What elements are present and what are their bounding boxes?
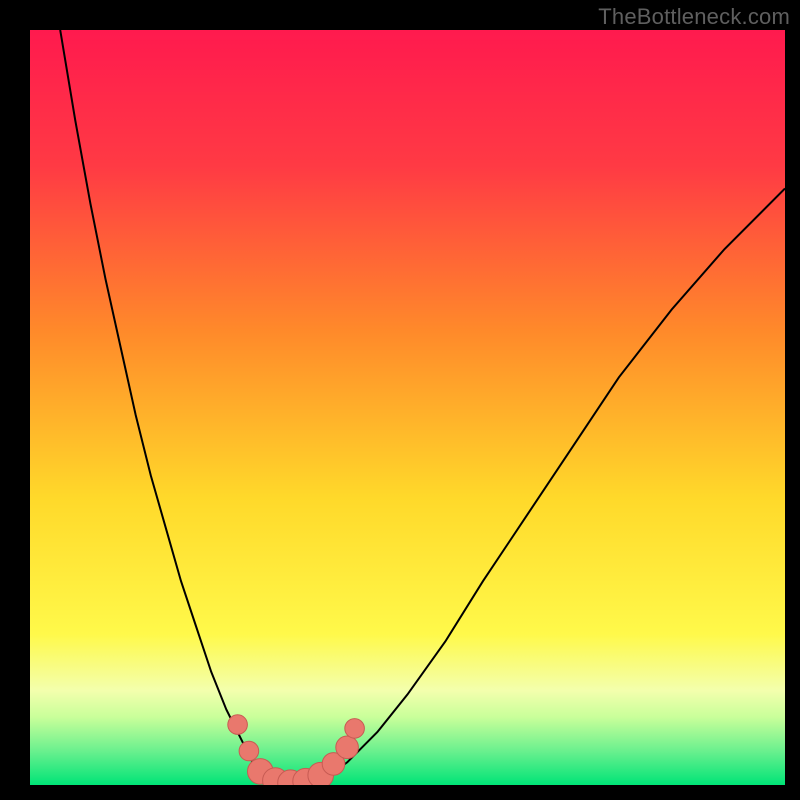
curve-marker xyxy=(336,736,359,759)
chart-background xyxy=(30,30,785,785)
watermark-text: TheBottleneck.com xyxy=(598,4,790,30)
curve-marker xyxy=(228,715,248,735)
chart-plot-area xyxy=(30,30,785,785)
chart-svg xyxy=(30,30,785,785)
curve-marker xyxy=(345,719,365,739)
curve-marker xyxy=(239,741,259,761)
chart-frame: TheBottleneck.com xyxy=(0,0,800,800)
